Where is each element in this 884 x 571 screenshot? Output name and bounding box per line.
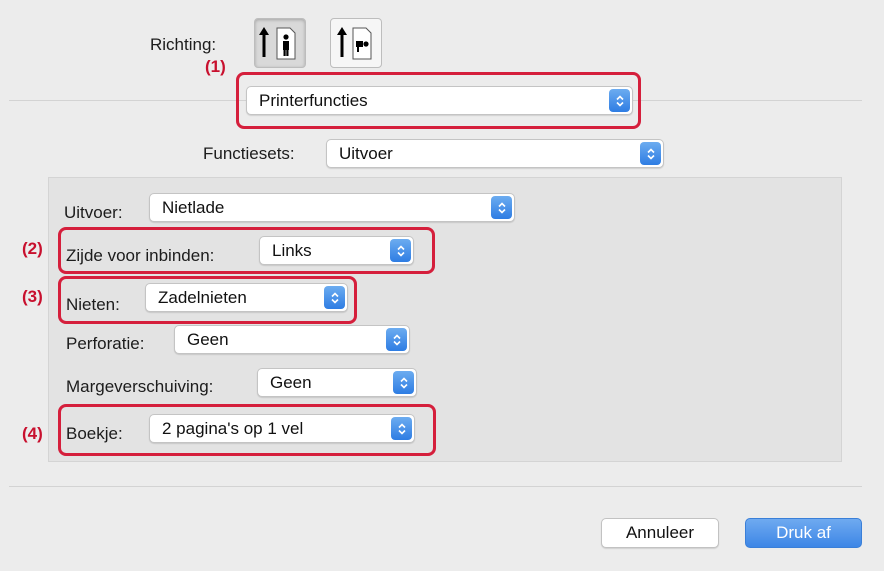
staple-select[interactable]: Zadelnieten	[145, 283, 348, 312]
binding-edge-select[interactable]: Links	[259, 236, 414, 265]
binding-edge-label: Zijde voor inbinden:	[66, 246, 215, 265]
callout-3: (3)	[22, 287, 43, 306]
punch-label: Perforatie:	[66, 334, 145, 353]
callout-2: (2)	[22, 239, 43, 258]
staple-value: Zadelnieten	[158, 288, 247, 307]
punch-select[interactable]: Geen	[174, 325, 410, 354]
divider-bottom	[9, 486, 862, 487]
margin-shift-select[interactable]: Geen	[257, 368, 417, 397]
popup-arrows-icon	[393, 371, 414, 394]
popup-arrows-icon	[609, 89, 630, 112]
booklet-select[interactable]: 2 pagina's op 1 vel	[149, 414, 415, 443]
feature-sets-select[interactable]: Uitvoer	[326, 139, 664, 168]
panel-menu-value: Printerfuncties	[259, 91, 368, 110]
popup-arrows-icon	[386, 328, 407, 351]
booklet-value: 2 pagina's op 1 vel	[162, 419, 304, 438]
cancel-button[interactable]: Annuleer	[601, 518, 719, 548]
output-label: Uitvoer:	[64, 203, 123, 222]
margin-shift-value: Geen	[270, 373, 312, 392]
binding-edge-value: Links	[272, 241, 312, 260]
feature-sets-value: Uitvoer	[339, 144, 393, 163]
output-value: Nietlade	[162, 198, 225, 217]
popup-arrows-icon	[324, 286, 345, 309]
orientation-label: Richting:	[150, 35, 217, 54]
punch-value: Geen	[187, 330, 229, 349]
print-button[interactable]: Druk af	[745, 518, 862, 548]
margin-shift-label: Margeverschuiving:	[66, 377, 214, 396]
landscape-orientation-button[interactable]	[330, 18, 382, 68]
popup-arrows-icon	[391, 417, 412, 440]
panel-menu-select[interactable]: Printerfuncties	[246, 86, 633, 115]
feature-sets-label: Functiesets:	[203, 144, 295, 163]
popup-arrows-icon	[390, 239, 411, 262]
booklet-label: Boekje:	[66, 424, 123, 443]
landscape-orientation-icon	[337, 27, 372, 60]
portrait-orientation-icon	[259, 27, 296, 60]
callout-1: (1)	[205, 57, 226, 76]
popup-arrows-icon	[640, 142, 661, 165]
staple-label: Nieten:	[66, 295, 120, 314]
callout-4: (4)	[22, 424, 43, 443]
portrait-orientation-button[interactable]	[254, 18, 306, 68]
popup-arrows-icon	[491, 196, 512, 219]
output-select[interactable]: Nietlade	[149, 193, 515, 222]
